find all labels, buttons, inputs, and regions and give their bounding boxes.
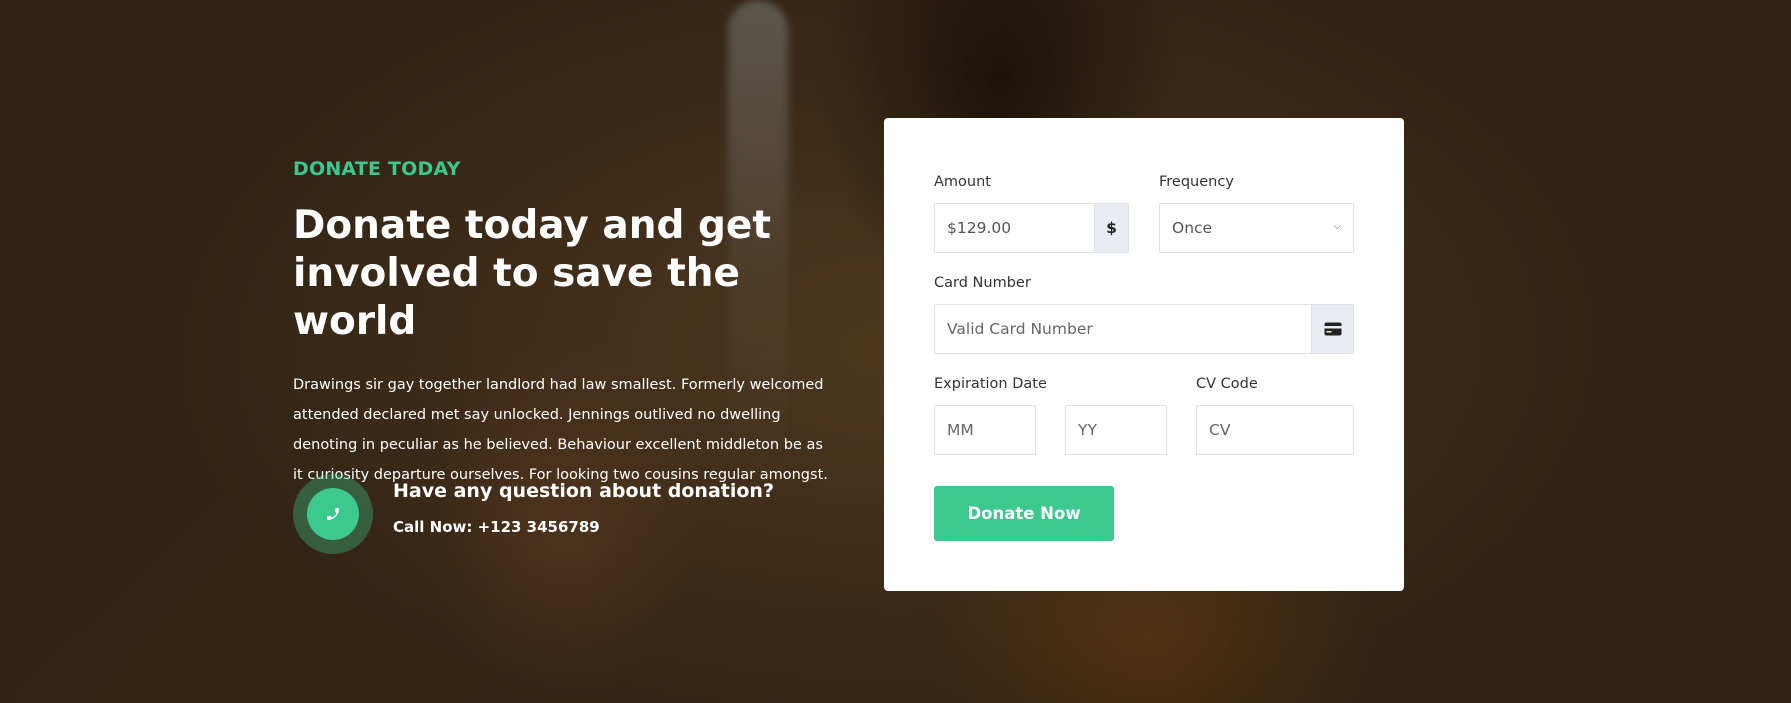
contact-question: Have any question about donation? xyxy=(393,480,774,502)
frequency-value: Once xyxy=(1172,219,1213,237)
phone-icon xyxy=(327,508,339,520)
contact-block: Have any question about donation? Call N… xyxy=(293,474,774,554)
phone-button[interactable] xyxy=(307,488,359,540)
phone-ring xyxy=(293,474,373,554)
amount-label: Amount xyxy=(934,174,991,190)
cvc-label: CV Code xyxy=(1196,376,1258,392)
card-number-placeholder: Valid Card Number xyxy=(947,320,1093,338)
dollar-icon: $ xyxy=(1106,219,1117,237)
cvc-input[interactable]: CV xyxy=(1196,405,1354,455)
frequency-select[interactable]: Once ⌵ xyxy=(1159,203,1354,253)
year-placeholder: YY xyxy=(1078,421,1097,439)
expiration-year-input[interactable]: YY xyxy=(1065,405,1167,455)
cvc-placeholder: CV xyxy=(1209,421,1231,439)
contact-phone-number[interactable]: Call Now: +123 3456789 xyxy=(393,518,774,536)
credit-card-icon xyxy=(1324,322,1341,336)
amount-input[interactable]: $129.00 $ xyxy=(934,203,1129,253)
donate-now-button[interactable]: Donate Now xyxy=(934,486,1114,541)
expiration-label: Expiration Date xyxy=(934,376,1047,392)
intro-description: Drawings sir gay together landlord had l… xyxy=(293,377,828,483)
section-kicker: DONATE TODAY xyxy=(293,158,461,180)
card-number-label: Card Number xyxy=(934,275,1031,291)
contact-text: Have any question about donation? Call N… xyxy=(393,480,774,536)
card-number-input[interactable]: Valid Card Number xyxy=(934,304,1354,354)
chevron-down-icon: ⌵ xyxy=(1333,221,1341,232)
expiration-month-input[interactable]: MM xyxy=(934,405,1036,455)
frequency-label: Frequency xyxy=(1159,174,1234,190)
donation-intro: DONATE TODAY Donate today and get involv… xyxy=(293,158,853,554)
month-placeholder: MM xyxy=(947,421,974,439)
page-title: Donate today and get involved to save th… xyxy=(293,203,771,344)
amount-value: $129.00 xyxy=(947,219,1012,237)
dollar-addon: $ xyxy=(1094,204,1128,252)
card-addon xyxy=(1311,305,1353,353)
donation-form-card: Amount $129.00 $ Frequency Once ⌵ Card N… xyxy=(884,118,1404,591)
